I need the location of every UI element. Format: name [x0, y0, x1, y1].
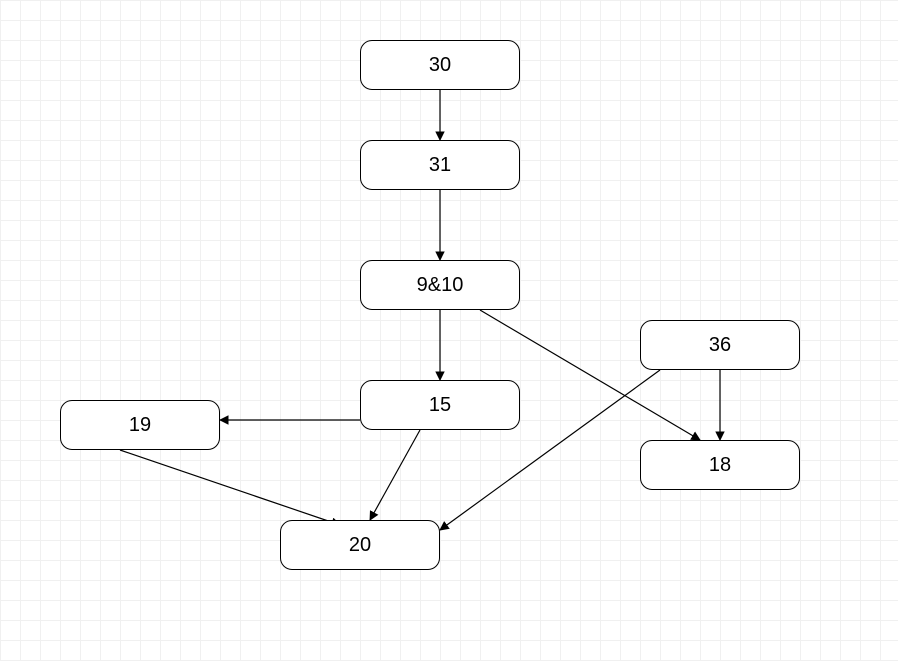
node-label: 30	[429, 54, 451, 77]
node-15[interactable]: 15	[360, 380, 520, 430]
node-31[interactable]: 31	[360, 140, 520, 190]
node-30[interactable]: 30	[360, 40, 520, 90]
node-18[interactable]: 18	[640, 440, 800, 490]
node-label: 20	[349, 534, 371, 557]
node-9and10[interactable]: 9&10	[360, 260, 520, 310]
node-19[interactable]: 19	[60, 400, 220, 450]
node-label: 18	[709, 454, 731, 477]
node-label: 31	[429, 154, 451, 177]
node-label: 36	[709, 334, 731, 357]
node-label: 9&10	[417, 274, 464, 297]
node-label: 15	[429, 394, 451, 417]
node-36[interactable]: 36	[640, 320, 800, 370]
node-label: 19	[129, 414, 151, 437]
node-20[interactable]: 20	[280, 520, 440, 570]
